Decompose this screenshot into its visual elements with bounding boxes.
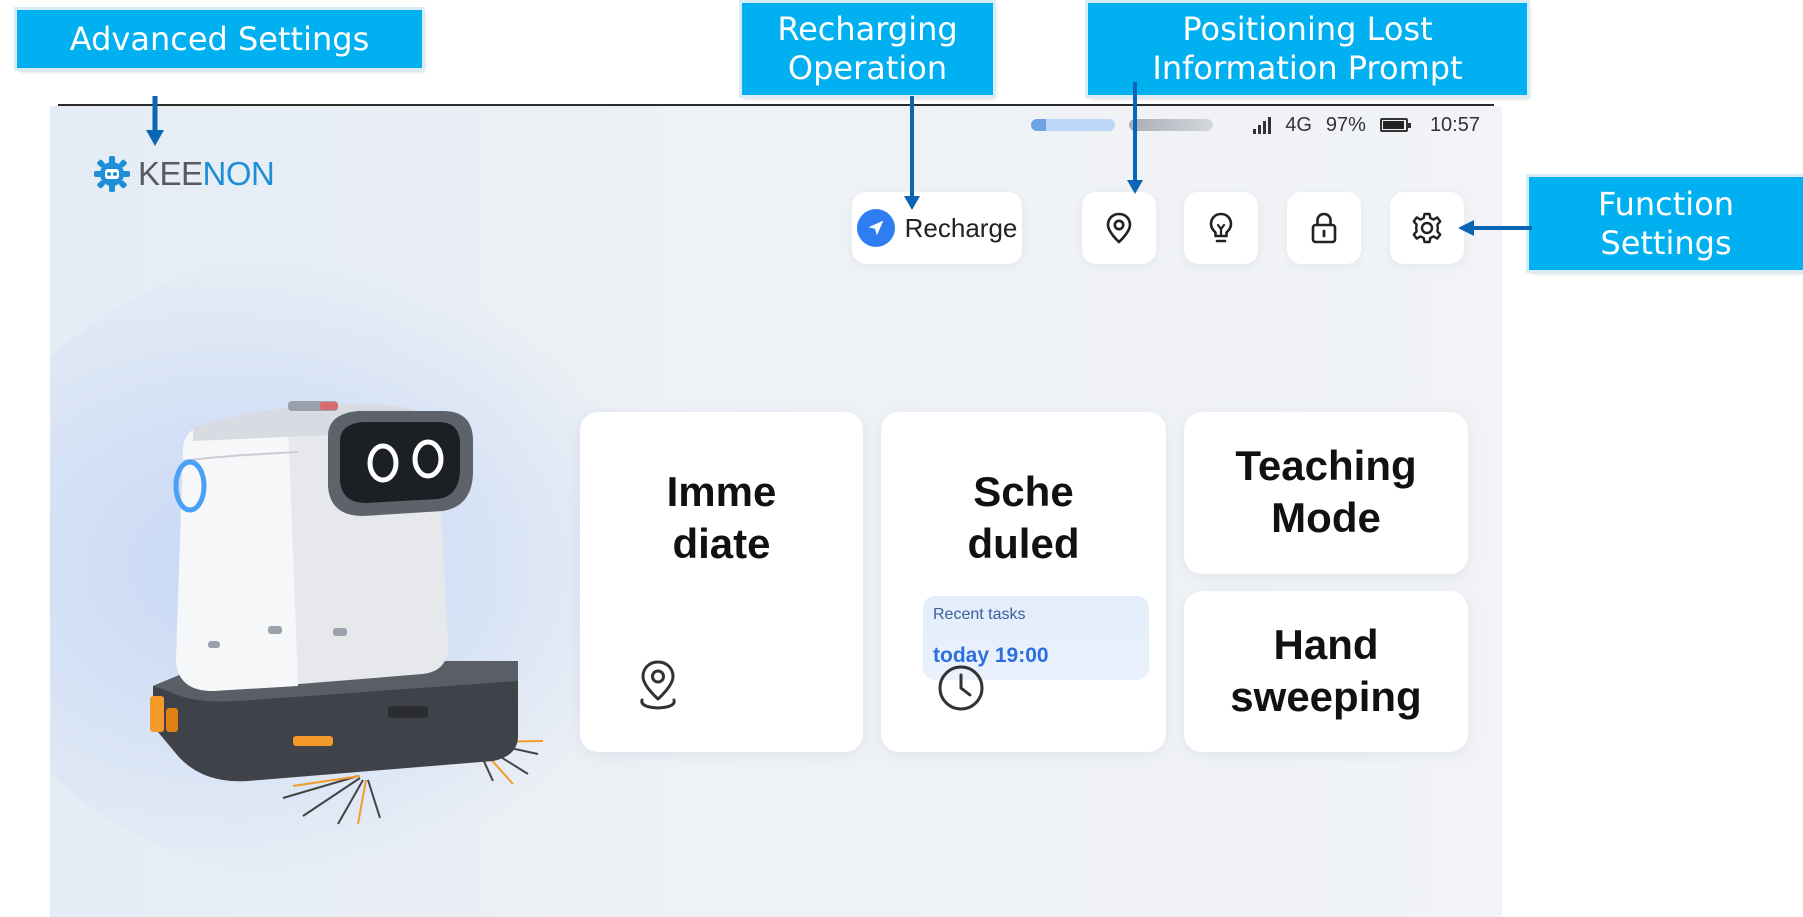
recharge-button[interactable]: Recharge — [852, 192, 1022, 264]
card-title-line: Imme — [666, 468, 777, 515]
callout-text: Operation — [787, 49, 948, 87]
clock-icon — [938, 665, 984, 711]
battery-percent: 97% — [1325, 113, 1366, 136]
clock: 10:57 — [1429, 113, 1480, 136]
callout-recharging-operation: Recharging Operation — [742, 3, 993, 95]
card-title: Teaching Mode — [1184, 440, 1468, 544]
lock-button[interactable] — [1287, 192, 1361, 264]
callout-text: Information Prompt — [1152, 49, 1463, 87]
card-title-line: Teaching — [1235, 442, 1417, 489]
callout-text: Advanced Settings — [69, 19, 370, 58]
card-title-line: Hand — [1273, 621, 1379, 668]
status-bar: 4G 97% 10:57 — [1031, 106, 1480, 144]
progress-pill — [1031, 119, 1116, 131]
callout-text: Function — [1597, 184, 1735, 223]
callout-positioning-lost: Positioning Lost Information Prompt — [1088, 3, 1527, 95]
location-pin-icon — [1106, 212, 1132, 244]
network-label: 4G — [1285, 113, 1312, 136]
light-button[interactable] — [1184, 192, 1258, 264]
card-title: Imme diate — [580, 466, 863, 570]
gear-icon — [1412, 212, 1442, 244]
card-title-line: Mode — [1271, 494, 1381, 541]
robot-home-screen: 4G 97% 10:57 KEENON Recharge Imme diate … — [50, 106, 1502, 917]
card-title-line: duled — [967, 520, 1080, 567]
lock-icon — [1311, 212, 1337, 244]
recharge-label: Recharge — [904, 212, 1018, 243]
location-pin-icon — [640, 660, 676, 710]
robot-illustration — [150, 401, 544, 825]
callout-text: Settings — [1600, 223, 1732, 262]
callout-advanced-settings: Advanced Settings — [17, 10, 422, 68]
keenon-logo[interactable]: KEENON — [92, 154, 275, 194]
battery-icon — [1379, 118, 1411, 132]
card-title-line: sweeping — [1230, 673, 1422, 720]
card-title-line: Sche — [973, 468, 1074, 515]
progress-pill — [1129, 119, 1214, 131]
immediate-mode-card[interactable]: Imme diate — [580, 412, 863, 752]
keenon-logo-icon — [94, 156, 130, 192]
settings-button[interactable] — [1390, 192, 1464, 264]
positioning-button[interactable] — [1082, 192, 1156, 264]
scheduled-mode-card[interactable]: Sche duled Recent tasks today 19:00 — [881, 412, 1166, 752]
logo-text-accent: NON — [202, 155, 275, 192]
teaching-mode-card[interactable]: Teaching Mode — [1184, 412, 1468, 574]
navigation-icon — [856, 209, 895, 247]
hand-sweeping-card[interactable]: Hand sweeping — [1184, 591, 1468, 752]
callout-function-settings: Function Settings — [1529, 177, 1803, 270]
card-title: Hand sweeping — [1184, 619, 1468, 723]
callout-text: Positioning Lost — [1182, 10, 1433, 48]
annotated-screenshot: Advanced Settings Recharging Operation P… — [0, 0, 1803, 917]
card-title-line: diate — [672, 520, 771, 567]
card-title: Sche duled — [881, 466, 1166, 570]
logo-text: KEE — [138, 155, 203, 192]
signal-icon — [1253, 116, 1272, 134]
callout-text: Recharging — [777, 10, 958, 48]
recent-tasks-label: Recent tasks — [933, 606, 1026, 623]
lightbulb-icon — [1209, 212, 1233, 243]
